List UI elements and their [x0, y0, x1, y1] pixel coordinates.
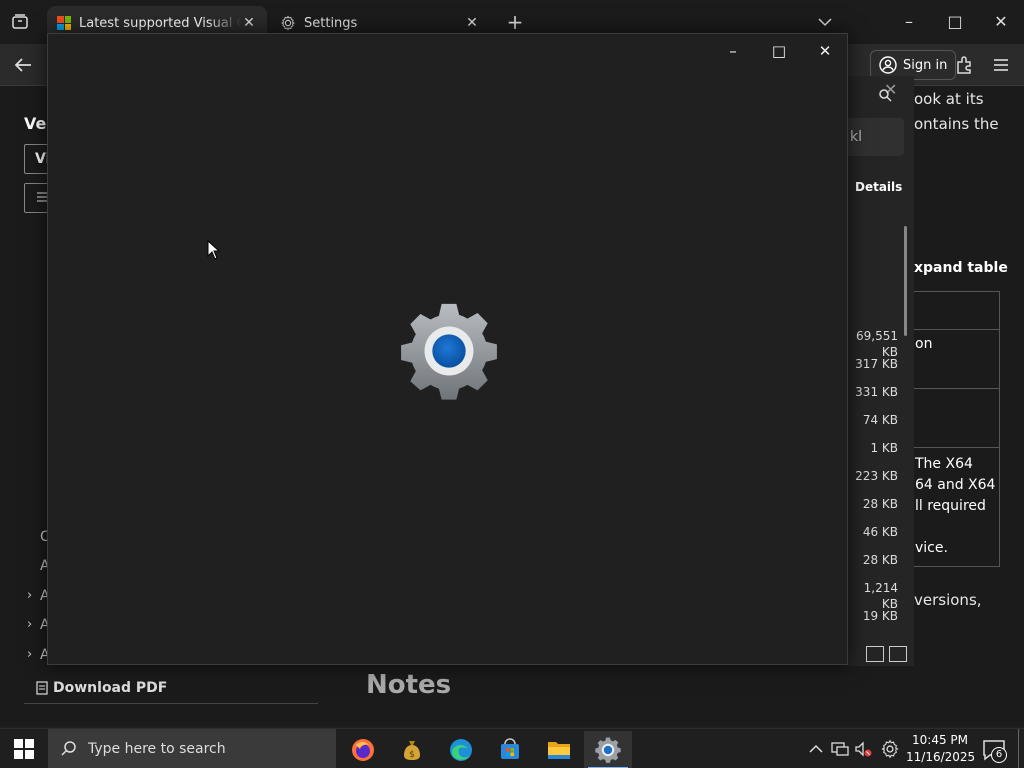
search-icon[interactable]	[878, 88, 892, 102]
edge-icon[interactable]	[437, 731, 485, 768]
menu-icon[interactable]	[990, 54, 1012, 76]
notification-count-badge: 6	[991, 747, 1007, 763]
details-header[interactable]: Details	[855, 180, 902, 194]
content-table: on The X64 64 and X64 ll required vice.	[912, 291, 1000, 567]
table-row	[913, 389, 999, 448]
sign-in-label: Sign in	[903, 57, 948, 73]
download-pdf-label: Download PDF	[53, 680, 168, 696]
close-tab-icon[interactable]: ✕	[464, 15, 480, 31]
user-icon	[879, 56, 897, 74]
settings-gear-icon	[401, 303, 497, 400]
downloads-panel: ✕ kl Details 69,551 KB 317 KB 331 KB 74 …	[848, 76, 914, 666]
file-size-list: 69,551 KB 317 KB 331 KB 74 KB 1 KB 223 K…	[848, 328, 898, 636]
new-tab-button[interactable]: +	[503, 11, 527, 35]
maximize-button[interactable]: □	[942, 10, 968, 34]
tile-view-icon[interactable]	[889, 646, 907, 662]
tab-title: Settings	[304, 15, 358, 31]
tab-title: Latest supported Visual C++ Re	[79, 15, 241, 31]
search-icon	[61, 741, 76, 756]
file-size: 28 KB	[862, 553, 898, 567]
notes-heading: Notes	[366, 670, 452, 700]
panel-search-input[interactable]: kl	[848, 118, 904, 156]
file-size: 331 KB	[855, 385, 898, 399]
close-button[interactable]: ✕	[810, 40, 840, 62]
settings-icon[interactable]	[584, 731, 632, 768]
file-size: 46 KB	[862, 525, 898, 539]
extensions-icon[interactable]	[954, 54, 976, 76]
network-icon[interactable]	[830, 739, 850, 759]
mouse-cursor-icon	[207, 240, 219, 260]
expand-table-link[interactable]: xpand table	[914, 260, 1008, 276]
close-button[interactable]: ✕	[988, 10, 1014, 34]
windows-start-icon[interactable]	[14, 739, 34, 759]
file-size: 1 KB	[870, 441, 898, 455]
clock-time: 10:45 PM	[912, 733, 968, 747]
gear-icon	[281, 15, 295, 31]
back-arrow-icon[interactable]	[12, 54, 34, 76]
taskbar-search[interactable]: Type here to search	[48, 729, 336, 768]
chevron-right-icon[interactable]: ›	[27, 588, 32, 603]
volume-muted-icon[interactable]	[853, 739, 873, 759]
gear-icon[interactable]	[880, 739, 900, 759]
tab-actions-icon[interactable]	[10, 12, 30, 32]
list-view-icon[interactable]	[866, 646, 884, 662]
file-size: 74 KB	[862, 413, 898, 427]
file-size: 69,551 KB	[856, 329, 898, 359]
file-size: 317 KB	[855, 357, 898, 371]
minimize-button[interactable]: –	[718, 40, 748, 62]
chevron-right-icon[interactable]: ›	[27, 647, 32, 662]
minimize-button[interactable]: –	[896, 10, 922, 34]
chevron-up-icon[interactable]	[806, 739, 826, 759]
show-desktop-button[interactable]	[1018, 729, 1019, 768]
svg-text:$: $	[409, 750, 415, 760]
file-size: 223 KB	[855, 469, 898, 483]
firefox-icon[interactable]	[339, 731, 387, 768]
body-text: ook at its	[914, 90, 984, 108]
file-size: 1,214 KB	[863, 581, 898, 611]
table-row	[913, 292, 999, 330]
file-size: 28 KB	[862, 497, 898, 511]
download-pdf-link[interactable]: Download PDF	[35, 680, 167, 696]
body-text: ontains the	[914, 115, 999, 133]
taskbar-clock[interactable]: 10:45 PM 11/16/2025	[906, 732, 976, 766]
taskbar: Type here to search $ 10:45 PM 11/16/202…	[0, 728, 1024, 768]
chevron-down-icon[interactable]	[816, 13, 834, 31]
microsoft-logo-icon	[57, 16, 71, 30]
table-row: The X64 64 and X64 ll required vice.	[915, 456, 996, 556]
divider	[24, 703, 318, 704]
store-icon[interactable]	[486, 731, 534, 768]
maximize-button[interactable]: □	[764, 40, 794, 62]
scrollbar[interactable]	[904, 226, 907, 336]
chevron-right-icon[interactable]: ›	[27, 617, 32, 632]
file-size: 19 KB	[862, 609, 898, 623]
table-row: on	[913, 330, 999, 389]
settings-window[interactable]: – □ ✕	[47, 33, 848, 665]
money-bag-icon[interactable]: $	[388, 731, 436, 768]
close-tab-icon[interactable]: ✕	[241, 15, 257, 31]
pdf-icon	[36, 681, 48, 695]
body-text: versions,	[914, 591, 982, 609]
search-placeholder: Type here to search	[88, 741, 226, 757]
file-explorer-icon[interactable]	[535, 731, 583, 768]
clock-date: 11/16/2025	[906, 750, 976, 764]
